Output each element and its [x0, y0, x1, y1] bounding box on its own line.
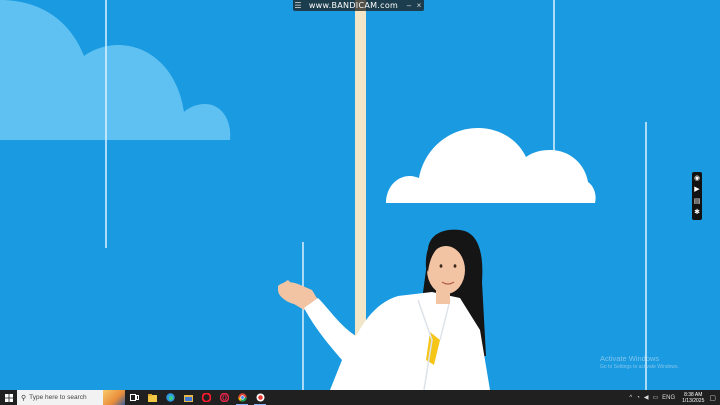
opera-gx-icon — [219, 393, 229, 402]
camera-icon[interactable]: ◉ — [694, 175, 700, 183]
light-blue-cloud — [0, 0, 231, 140]
taskbar-file-explorer[interactable] — [143, 390, 161, 405]
file-explorer-icon — [147, 393, 157, 402]
activation-title: Activate Windows — [600, 354, 660, 363]
system-tray: ^ ◔ ◀ ▭ ENG 8:38 AM 1/13/2025 ▢ — [627, 390, 720, 405]
language-indicator[interactable]: ENG — [662, 395, 675, 401]
volume-icon[interactable]: ◀ — [644, 394, 649, 401]
search-placeholder: Type here to search — [29, 394, 87, 401]
hamburger-icon[interactable]: ☰ — [293, 1, 303, 11]
video-icon[interactable]: ▶ — [694, 186, 699, 194]
taskbar: ⚲ Type here to search ^ ◔ ◀ ▭ ENG 8:38 A… — [0, 390, 720, 405]
taskbar-file-manager[interactable] — [179, 390, 197, 405]
taskbar-chrome[interactable] — [233, 390, 251, 405]
task-view-icon — [129, 394, 139, 401]
edge-icon — [165, 393, 175, 402]
video-frame: ☰ www.BANDICAM.com – × ◉ ▶ ▤ ✱ Activate … — [0, 0, 720, 390]
taskbar-opera[interactable] — [197, 390, 215, 405]
minimize-button[interactable]: – — [404, 1, 414, 11]
clock-time: 8:38 AM — [684, 391, 703, 398]
start-button[interactable] — [0, 390, 17, 405]
recorder-bar[interactable]: ☰ www.BANDICAM.com – × — [293, 0, 424, 11]
network-icon[interactable]: ◔ — [636, 395, 640, 401]
windows-logo-icon — [4, 393, 13, 402]
notes-icon[interactable]: ▤ — [694, 198, 701, 206]
search-icon: ⚲ — [21, 394, 27, 402]
opera-icon — [201, 393, 211, 402]
taskbar-opera-gx[interactable] — [215, 390, 233, 405]
taskbar-recorder[interactable] — [251, 390, 269, 405]
clock[interactable]: 8:38 AM 1/13/2025 — [682, 392, 704, 404]
recorder-title: www.BANDICAM.com — [308, 1, 399, 10]
record-icon — [256, 393, 264, 402]
task-view-button[interactable] — [125, 390, 143, 405]
white-cloud — [386, 128, 596, 203]
activation-subtitle: Go to Settings to activate Windows. — [600, 364, 679, 370]
taskbar-search[interactable]: ⚲ Type here to search — [17, 390, 125, 405]
search-highlight-image — [103, 390, 125, 405]
settings-icon[interactable]: ✱ — [694, 209, 700, 217]
clock-date: 1/13/2025 — [682, 397, 705, 404]
animation-scene — [0, 0, 647, 390]
show-hidden-icons-chevron[interactable]: ^ — [629, 395, 632, 401]
battery-icon[interactable]: ▭ — [652, 394, 658, 401]
folder-icon — [183, 394, 193, 402]
taskbar-edge[interactable] — [161, 390, 179, 405]
close-button[interactable]: × — [414, 1, 424, 11]
activation-watermark: Activate Windows Go to Settings to activ… — [600, 354, 679, 370]
recorder-side-toolbar: ◉ ▶ ▤ ✱ — [692, 172, 702, 220]
notification-icon[interactable]: ▢ — [709, 394, 716, 402]
chrome-icon — [237, 393, 247, 402]
woman-figure — [278, 229, 490, 390]
